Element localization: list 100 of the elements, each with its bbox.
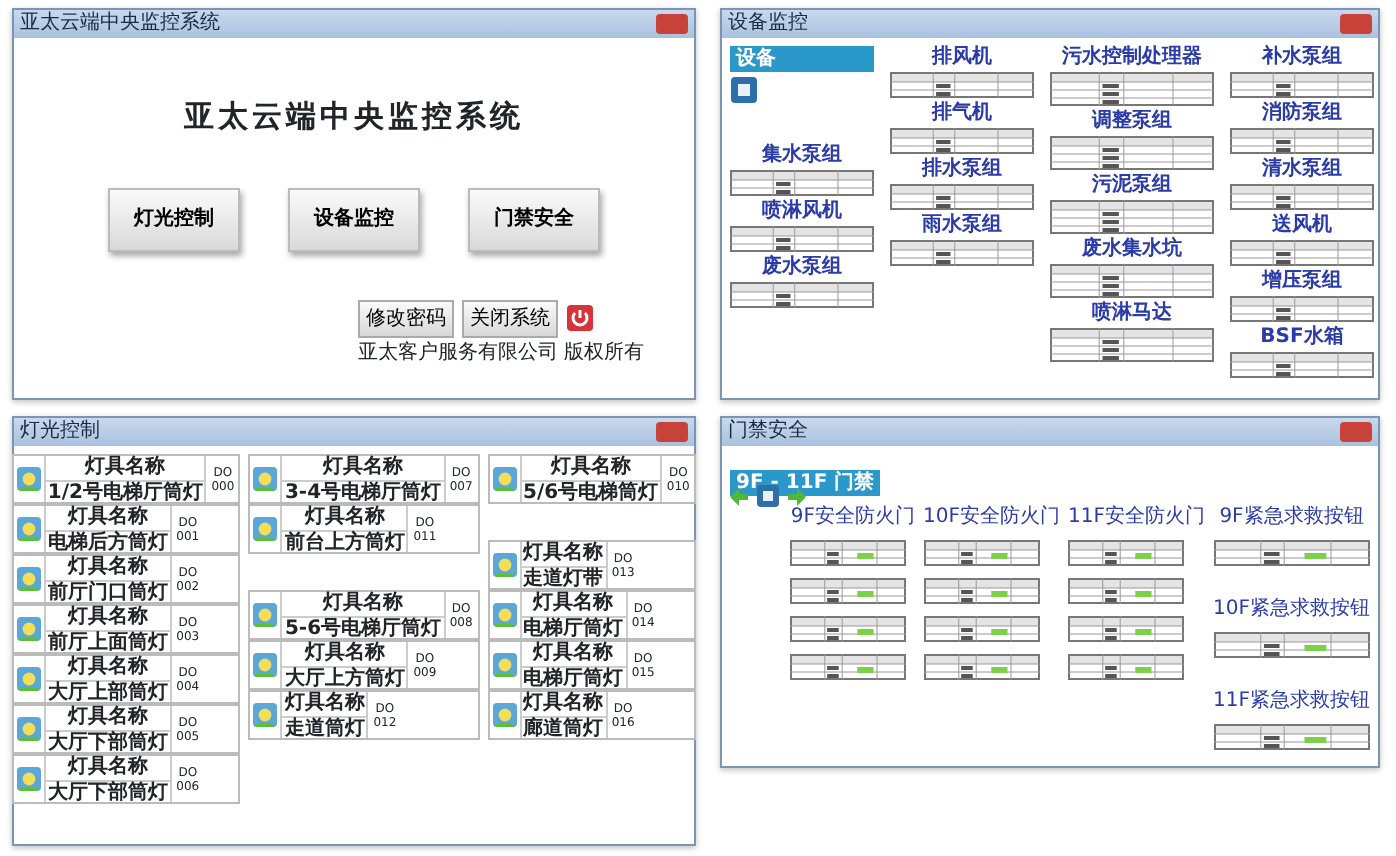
lamp-name: 大厅下部筒灯 [45,732,170,755]
section-title: 10F紧急求救按钮 [1213,598,1370,620]
section-title: 9F安全防火门 [790,506,916,528]
lamp-name: 大厅下部筒灯 [45,782,170,806]
data-table-drawing [923,578,1040,604]
lamp-icon [15,666,42,692]
column-header: 灯具名称 [282,592,444,618]
menu-button[interactable]: 设备监控 [288,187,420,251]
section-title: 9F紧急求救按钮 [1217,506,1366,528]
section-badge: 9F - 11F 门禁 [730,470,881,496]
column-header: 灯具名称 [521,542,606,568]
lamp-icon [252,602,279,628]
data-table-drawing [730,170,874,196]
section-title: 排水泵组 [919,158,1004,180]
column-header: 灯具名称 [282,456,444,482]
lamp-name: 电梯厅筒灯 [521,618,626,641]
column-header: 灯具名称 [282,506,407,532]
home-button-icon[interactable] [730,76,758,104]
lamp-icon [15,566,42,592]
lamp-icon [252,516,279,542]
data-table-drawing [1230,296,1374,322]
footer-text: 亚太客户服务有限公司 版权所有 [358,339,647,367]
column-header: 灯具名称 [521,692,606,718]
section-title: BSF水箱 [1258,326,1346,348]
column-header: 灯具名称 [282,642,407,668]
column-header: 灯具名称 [521,592,626,618]
section-title: 废水泵组 [760,256,844,278]
lamp-name: 3-4号电梯厅筒灯 [282,482,444,505]
section-title: 10F安全防火门 [923,506,1061,528]
section-title: 消防泵组 [1260,102,1344,124]
lamp-icon [491,652,518,678]
lamp-name: 5-6号电梯厅筒灯 [282,618,444,641]
data-table-drawing [730,226,874,252]
column-header: 灯具名称 [282,692,367,718]
column-header: 灯具名称 [45,706,170,732]
lamp-icon [15,716,42,742]
lamp-name: 大厅上方筒灯 [282,668,407,691]
lamp-icon [15,766,42,792]
lamp-icon [491,702,518,728]
section-title: 11F安全防火门 [1068,506,1206,528]
data-table-drawing [1230,72,1374,98]
menu-button[interactable]: 门禁安全 [468,187,600,251]
section-title: 雨水泵组 [920,214,1004,236]
section-title: 废水集水坑 [1080,238,1184,260]
data-table-drawing [890,184,1034,210]
data-table-drawing [923,654,1040,680]
lamp-icon [252,702,279,728]
lamp-name: 电梯后方筒灯 [45,532,170,555]
data-table-drawing [1230,240,1374,266]
lamp-name: 走道筒灯 [282,718,367,742]
lamp-name: 前台上方筒灯 [282,532,407,556]
section-title: 污泥泵组 [1090,174,1174,196]
section-title: 排气机 [929,102,994,124]
forward-arrow-icon[interactable] [788,487,806,505]
lamp-icon [252,466,279,492]
data-table-drawing [890,128,1034,154]
data-table-drawing [790,654,907,680]
back-arrow-icon[interactable] [730,487,748,505]
section-title: 排风机 [929,46,994,68]
data-table-drawing [730,282,874,308]
lamp-icon [491,552,518,578]
column-header: 灯具名称 [45,556,170,582]
section-title: 集水泵组 [760,144,844,166]
toolbar-button[interactable]: 关闭系统 [462,299,558,337]
data-table-drawing [790,578,907,604]
column-header: 灯具名称 [521,456,661,482]
section-title: 调整泵组 [1089,110,1174,132]
lamp-icon [252,652,279,678]
lamp-name: 前厅门口筒灯 [45,582,170,605]
data-table-drawing [1230,352,1374,378]
lamp-icon [491,602,518,628]
column-header: 灯具名称 [45,456,205,482]
lamp-name: 5/6号电梯筒灯 [521,482,661,506]
power-icon [566,304,594,332]
lamp-name: 电梯厅筒灯 [521,668,626,691]
section-title: 送风机 [1270,214,1334,236]
toolbar-button[interactable]: 修改密码 [358,299,454,337]
data-table-drawing [1068,654,1185,680]
data-table-drawing [890,240,1034,266]
section-title: 增压泵组 [1259,270,1344,292]
data-table-drawing [1068,616,1185,642]
data-table-drawing [1230,184,1374,210]
lamp-name: 廊道筒灯 [521,718,606,742]
lamp-icon [15,516,42,542]
section-badge: 设备 [730,46,874,72]
lamp-name: 大厅上部筒灯 [45,682,170,705]
section-title: 喷淋风机 [760,200,844,222]
system-title: 亚太云端中央监控系统 [182,96,526,138]
data-table-drawing [890,72,1034,98]
column-header: 灯具名称 [45,756,170,782]
window-title: 亚太云端中央监控系统 [20,12,220,36]
lamp-icon [491,466,518,492]
menu-button[interactable]: 灯光控制 [108,187,240,251]
column-header: 灯具名称 [45,506,170,532]
lamp-icon [15,466,42,492]
data-table-drawing [1068,540,1185,566]
column-header: 灯具名称 [45,656,170,682]
data-table-drawing [790,616,907,642]
section-title: 11F紧急求救按钮 [1213,690,1370,712]
section-title: 喷淋马达 [1090,302,1174,324]
